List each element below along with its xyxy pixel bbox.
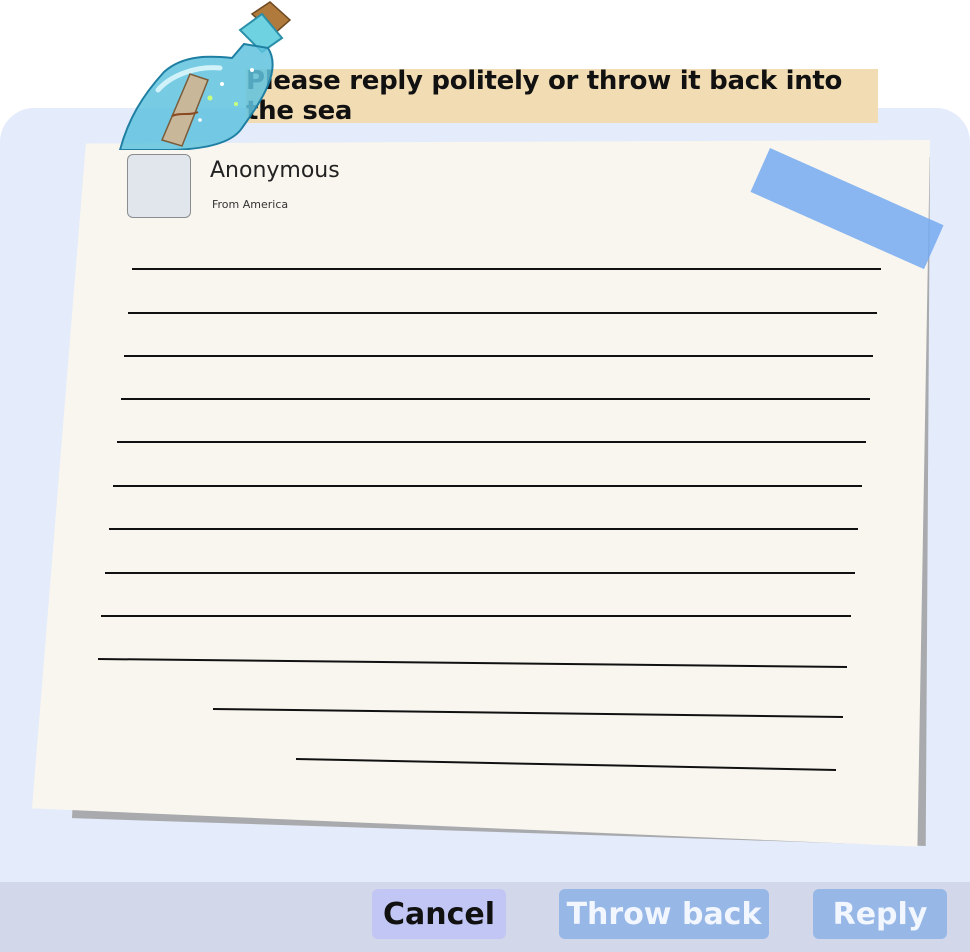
letter-paper: [32, 140, 930, 847]
sender-origin: From America: [212, 198, 289, 211]
throw-back-button[interactable]: Throw back: [559, 889, 769, 939]
sender-name: Anonymous: [210, 158, 340, 183]
message-bottle-icon: [118, 1, 292, 150]
cancel-button[interactable]: Cancel: [372, 889, 506, 939]
avatar[interactable]: [127, 154, 191, 218]
page-title: Please reply politely or throw it back i…: [246, 66, 878, 126]
reply-button[interactable]: Reply: [813, 889, 947, 939]
